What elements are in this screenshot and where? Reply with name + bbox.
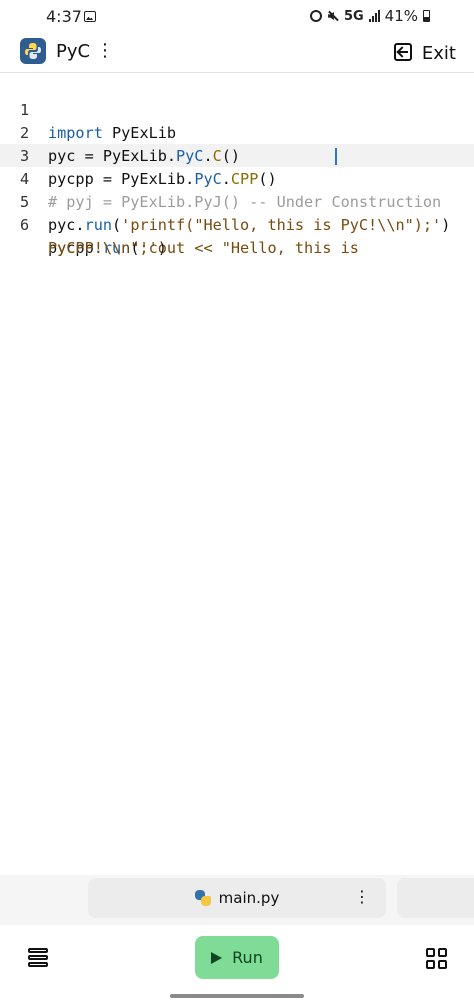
code-line[interactable]: 6 pycpp.run('cout << "Hello, this is [0,191,474,257]
code-line[interactable]: 1 import PyExLib [0,76,474,142]
exit-button[interactable]: Exit [393,38,456,68]
exit-label: Exit [421,42,456,64]
battery-percent: 41% [384,7,418,25]
status-time: 4:37 [46,7,82,26]
code-line[interactable]: 5 pyc.run('printf("Hello, this is PyC!\\… [0,168,474,234]
python-logo-icon [20,38,46,64]
status-bar: 4:37 5G 41% [0,0,474,34]
code-line[interactable]: 3 pycpp = PyExLib.PyC.CPP() [0,122,474,188]
status-indicators: 5G 41% [309,7,430,25]
run-label: Run [232,948,263,967]
alarm-icon [309,10,322,22]
mute-icon [327,10,339,22]
exit-icon [393,43,414,63]
more-vertical-icon[interactable]: ⋮ [354,887,370,906]
code-editor[interactable]: 1 import PyExLib 2 pyc = PyExLib.PyC.C()… [0,73,474,873]
python-file-icon [194,890,211,906]
text-caret [335,148,337,165]
more-vertical-icon[interactable]: ⋮ [96,41,114,63]
run-button[interactable]: Run [195,936,279,979]
network-label: 5G [343,8,364,24]
code-line[interactable]: 4 # pyj = PyExLib.PyJ() -- Under Constru… [0,145,474,211]
file-tab-bar: main.py ⋮ [0,875,474,925]
signal-icon [368,10,380,22]
app-bar: PyC ⋮ Exit [0,34,474,73]
bottom-bar: Run [0,926,474,1006]
code-line-wrap[interactable]: PyCPP!\\n";') [0,214,474,257]
grid-icon[interactable] [426,948,448,970]
files-icon[interactable] [28,948,48,968]
play-icon [211,951,223,964]
battery-icon [423,10,430,22]
photo-icon [84,11,96,22]
home-indicator[interactable] [170,994,304,998]
line-text: PyCPP!\\n";') [48,239,167,257]
code-line[interactable]: 2 pyc = PyExLib.PyC.C() [0,99,474,165]
app-title: PyC [56,41,91,62]
file-name: main.py [218,889,280,907]
file-tab-next[interactable] [397,878,474,918]
file-tab-main[interactable]: main.py ⋮ [88,878,386,918]
